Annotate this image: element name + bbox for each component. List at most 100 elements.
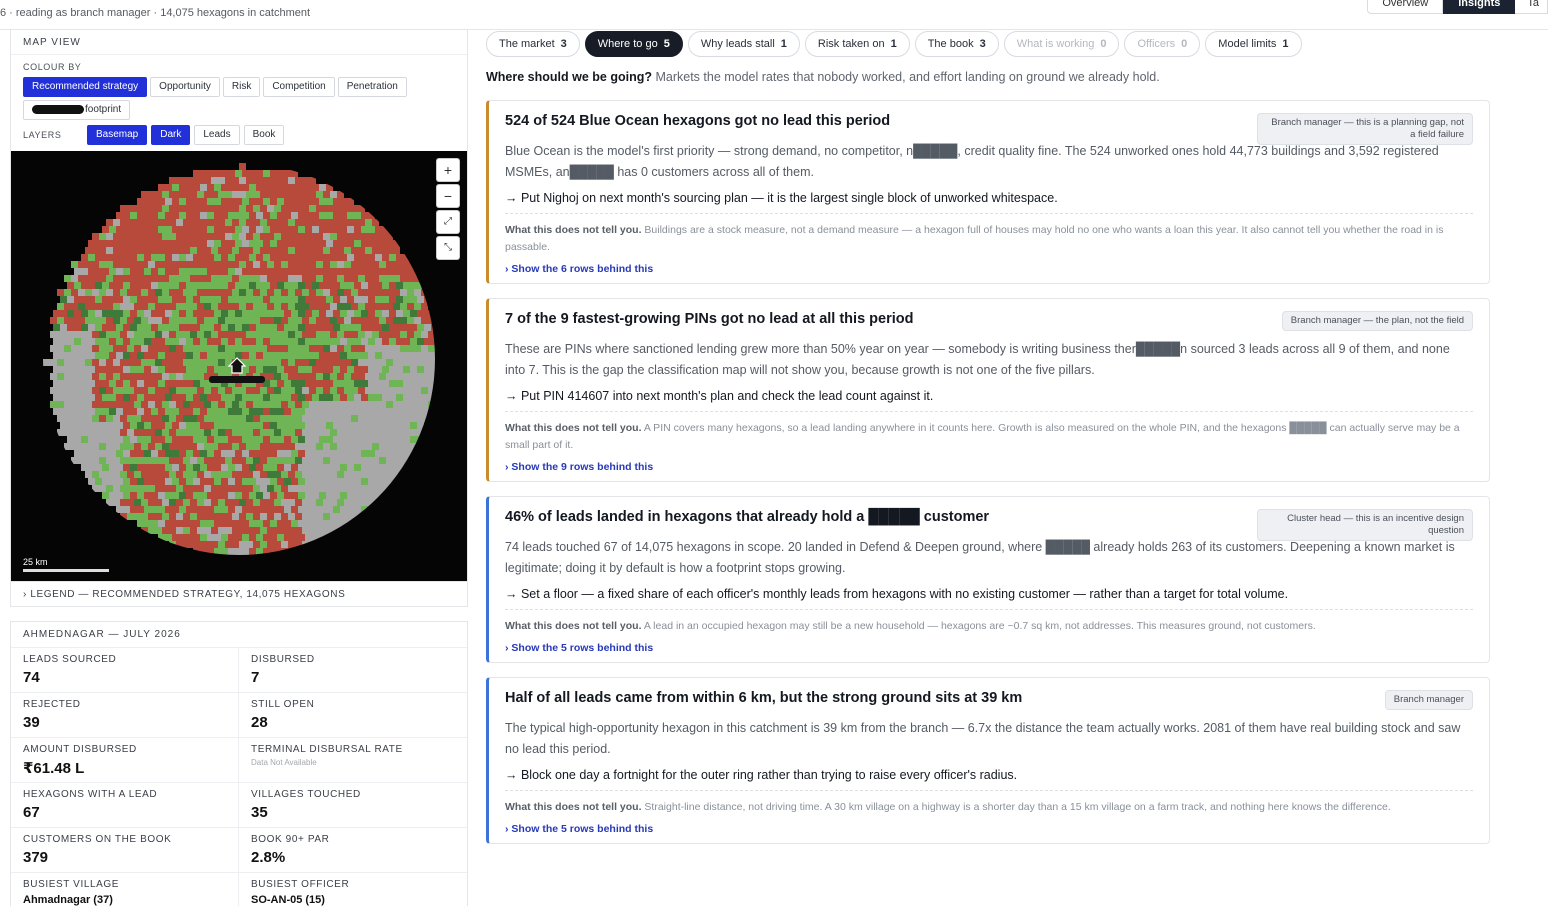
hexagon-cell bbox=[256, 506, 263, 513]
hexagon-cell bbox=[414, 289, 421, 296]
layer-leads[interactable]: Leads bbox=[194, 125, 240, 145]
hexagon-cell bbox=[109, 366, 116, 373]
hexagon-cell bbox=[379, 261, 386, 268]
hexagon-cell bbox=[414, 275, 421, 282]
hexagon-cell bbox=[246, 457, 253, 464]
show-rows-link[interactable]: › Show the 5 rows behind this bbox=[505, 642, 1473, 654]
colour-by-risk[interactable]: Risk bbox=[222, 77, 261, 97]
hexagon-cell bbox=[148, 443, 155, 450]
show-rows-link[interactable]: › Show the 5 rows behind this bbox=[505, 823, 1473, 835]
hexagon-cell bbox=[95, 324, 102, 331]
insight-tab[interactable]: The market 3 bbox=[486, 31, 580, 57]
hexagon-map-canvas[interactable] bbox=[11, 151, 467, 581]
hexagon-cell bbox=[165, 422, 172, 429]
hexagon-cell bbox=[246, 541, 253, 548]
hexagon-cell bbox=[172, 338, 179, 345]
colour-by-recommended-strategy[interactable]: Recommended strategy bbox=[23, 77, 148, 97]
hexagon-cell bbox=[102, 380, 109, 387]
tab-insights[interactable]: Insights bbox=[1443, 0, 1516, 14]
hexagon-cell bbox=[127, 205, 134, 212]
hexagon-cell bbox=[330, 373, 337, 380]
hexagon-cell bbox=[368, 254, 375, 261]
hexagon-cell bbox=[134, 415, 141, 422]
hexagon-cell bbox=[232, 233, 239, 240]
hexagon-cell bbox=[197, 373, 204, 380]
hexagon-cell bbox=[218, 513, 225, 520]
hexagon-cell bbox=[358, 499, 365, 506]
measure-icon[interactable]: ⤡ bbox=[437, 237, 459, 259]
hexagon-cell bbox=[242, 324, 249, 331]
hexagon-cell bbox=[197, 177, 204, 184]
hexagon-cell bbox=[109, 352, 116, 359]
hexagon-cell bbox=[179, 450, 186, 457]
hexagon-cell bbox=[333, 352, 340, 359]
hexagon-cell bbox=[295, 317, 302, 324]
insight-tab[interactable]: The book 3 bbox=[914, 31, 999, 57]
zoom-out-button[interactable]: − bbox=[437, 185, 459, 207]
hexagon-cell bbox=[326, 226, 333, 233]
hexagon-cell bbox=[260, 499, 267, 506]
hexagon-cell bbox=[400, 429, 407, 436]
hexagon-cell bbox=[109, 422, 116, 429]
hexagon-cell bbox=[414, 429, 421, 436]
insight-tab[interactable]: Where to go 5 bbox=[584, 31, 683, 57]
hexagon-cell bbox=[302, 331, 309, 338]
tab-label: The book bbox=[927, 38, 974, 50]
hexagon-cell bbox=[253, 233, 260, 240]
hexagon-cell bbox=[386, 387, 393, 394]
hexagon-cell bbox=[302, 261, 309, 268]
reset-view-button[interactable]: ⤢ bbox=[437, 211, 459, 233]
hexagon-cell bbox=[319, 268, 326, 275]
show-rows-link[interactable]: › Show the 9 rows behind this bbox=[505, 461, 1473, 473]
hexagon-cell bbox=[204, 457, 211, 464]
show-rows-link[interactable]: › Show the 6 rows behind this bbox=[505, 263, 1473, 275]
hexagon-cell bbox=[396, 282, 403, 289]
tab-label: The market bbox=[499, 38, 555, 50]
hexagon-cell bbox=[235, 282, 242, 289]
stat-label: AMOUNT DISBURSED bbox=[23, 744, 137, 755]
hexagon-cell bbox=[368, 366, 375, 373]
catchment-map[interactable]: + − ⤢ ⤡ 25 km bbox=[11, 151, 467, 581]
hexagon-cell bbox=[232, 429, 239, 436]
hexagon-cell bbox=[337, 289, 344, 296]
hexagon-cell bbox=[88, 408, 95, 415]
hexagon-cell bbox=[291, 394, 298, 401]
hexagon-cell bbox=[358, 429, 365, 436]
hexagon-cell bbox=[365, 457, 372, 464]
hexagon-cell bbox=[414, 331, 421, 338]
colour-by-opportunity[interactable]: Opportunity bbox=[150, 77, 220, 97]
hexagon-cell bbox=[316, 289, 323, 296]
hexagon-cell bbox=[256, 548, 263, 555]
colour-by-penetration[interactable]: Penetration bbox=[337, 77, 407, 97]
hexagon-cell bbox=[207, 338, 214, 345]
scale-bar-line bbox=[23, 569, 109, 572]
layer-book[interactable]: Book bbox=[243, 125, 285, 145]
legend-toggle[interactable]: › LEGEND — RECOMMENDED STRATEGY, 14,075 … bbox=[10, 582, 468, 607]
hexagon-cell bbox=[74, 366, 81, 373]
insight-tab[interactable]: Risk taken on 1 bbox=[804, 31, 910, 57]
hexagon-cell bbox=[316, 303, 323, 310]
colour-by-competition[interactable]: Competition bbox=[263, 77, 335, 97]
insight-tab[interactable]: Officers 0 bbox=[1124, 31, 1201, 57]
insight-tab[interactable]: Why leads stall 1 bbox=[687, 31, 800, 57]
layer-dark[interactable]: Dark bbox=[151, 125, 191, 145]
insight-tab[interactable]: Model limits 1 bbox=[1205, 31, 1302, 57]
tab-overview[interactable]: Overview bbox=[1367, 0, 1444, 14]
zoom-in-button[interactable]: + bbox=[437, 159, 459, 181]
tab-label: Model limits bbox=[1218, 38, 1277, 50]
hexagon-cell bbox=[141, 471, 148, 478]
hexagon-cell bbox=[214, 310, 221, 317]
insight-tab[interactable]: What is working 0 bbox=[1003, 31, 1120, 57]
hexagon-cell bbox=[242, 492, 249, 499]
hexagon-cell bbox=[358, 415, 365, 422]
tab-truncated[interactable]: Ta bbox=[1515, 0, 1548, 14]
hexagon-cell bbox=[302, 219, 309, 226]
hexagon-cell bbox=[102, 324, 109, 331]
colour-by-footprint[interactable]: footprint bbox=[23, 100, 131, 120]
hexagon-cell bbox=[410, 338, 417, 345]
hexagon-cell bbox=[330, 247, 337, 254]
hexagon-cell bbox=[267, 331, 274, 338]
hexagon-cell bbox=[214, 198, 221, 205]
hexagon-cell bbox=[260, 415, 267, 422]
layer-basemap[interactable]: Basemap bbox=[87, 125, 148, 145]
